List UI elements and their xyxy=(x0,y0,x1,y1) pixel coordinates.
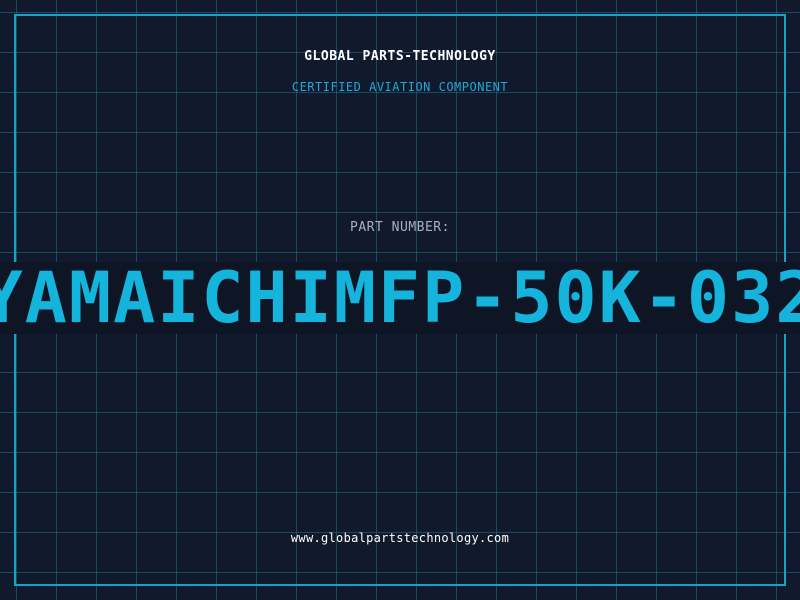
label-card: GLOBAL PARTS-TECHNOLOGY CERTIFIED AVIATI… xyxy=(0,0,800,600)
part-number-value: YAMAICHIMFP-50K-032 xyxy=(0,262,800,334)
company-name: GLOBAL PARTS-TECHNOLOGY xyxy=(304,49,496,64)
part-number-label: PART NUMBER: xyxy=(350,220,450,235)
part-number-band: YAMAICHIMFP-50K-032 xyxy=(0,262,800,334)
certification-subtitle: CERTIFIED AVIATION COMPONENT xyxy=(291,80,509,94)
website-url: www.globalpartstechnology.com xyxy=(290,531,510,545)
